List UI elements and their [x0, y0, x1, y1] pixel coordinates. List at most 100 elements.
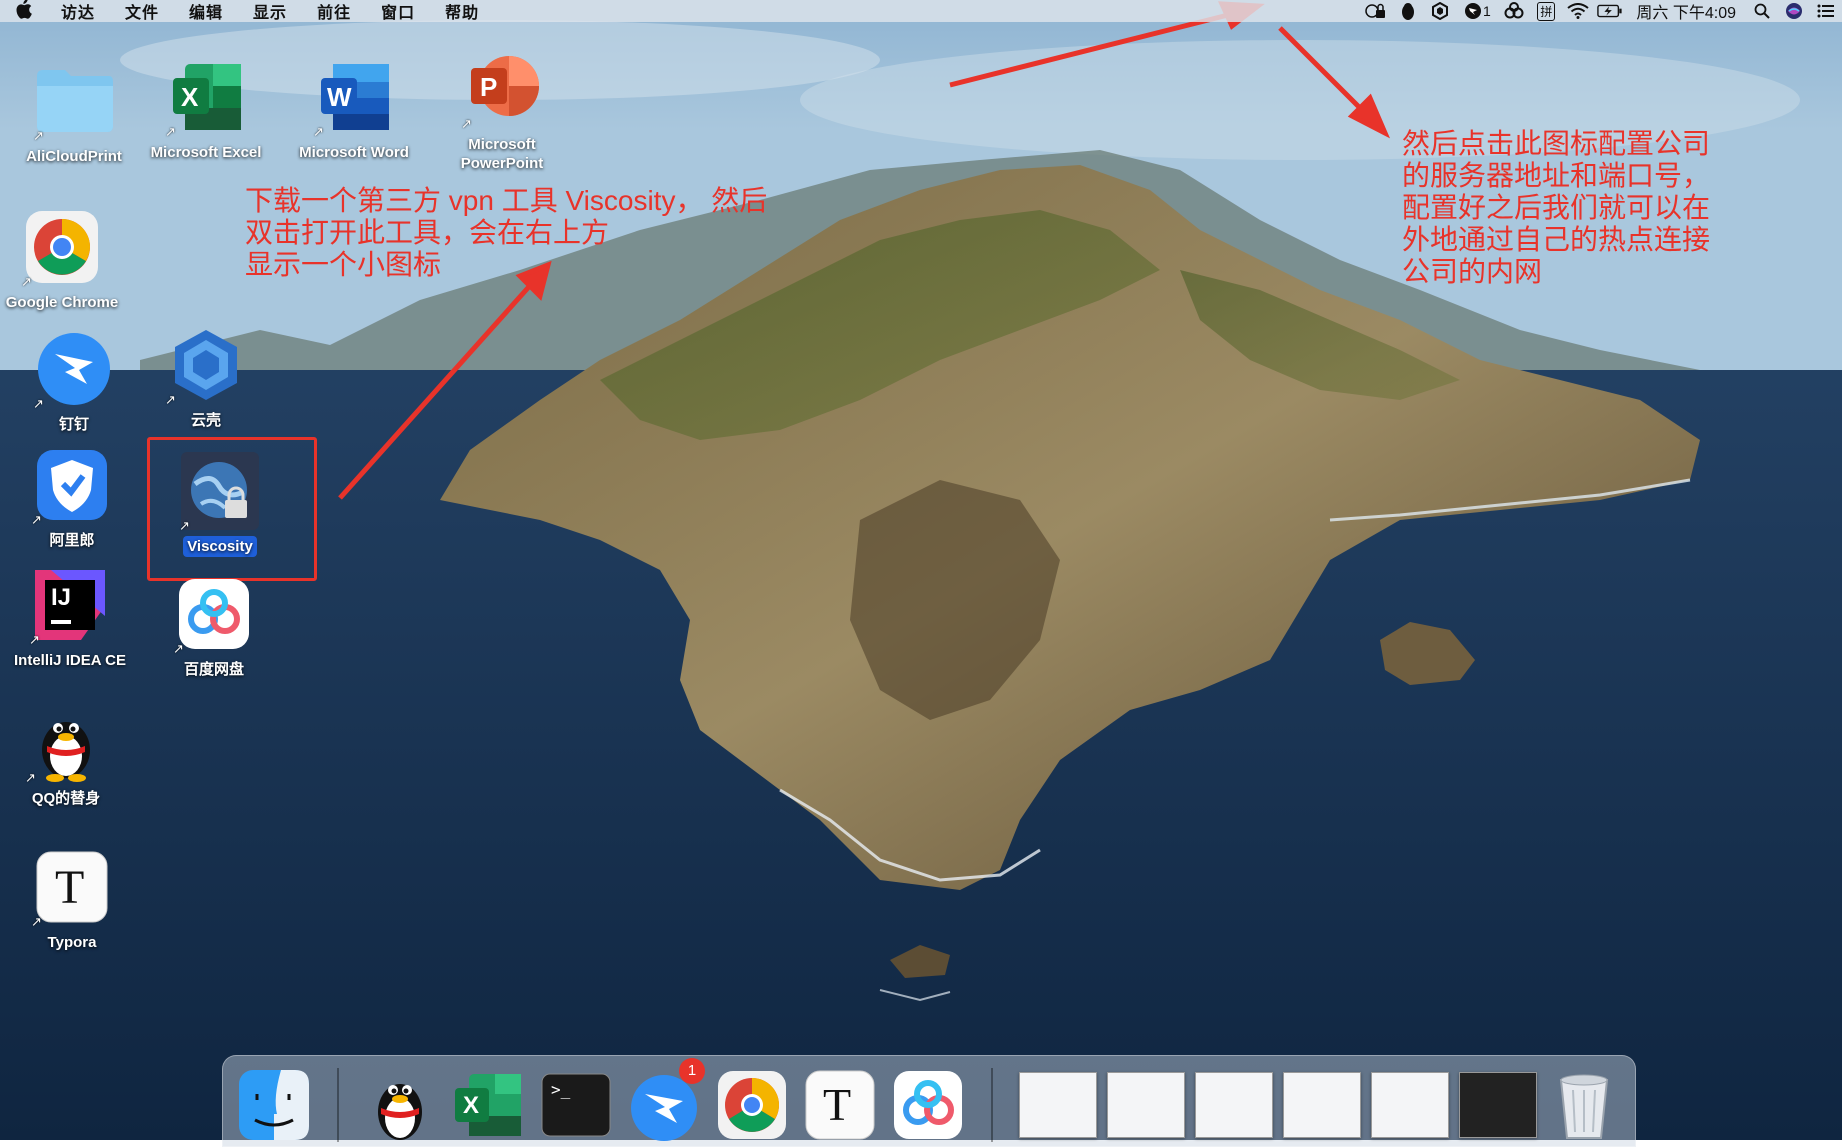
- dock-baidu-netdisk[interactable]: [891, 1068, 965, 1142]
- dock-notification-badge: 1: [679, 1058, 705, 1084]
- desktop-icon-dingtalk[interactable]: ↗ 钉钉: [4, 330, 144, 435]
- clock[interactable]: 周六 下午4:09: [1636, 0, 1736, 23]
- spotlight-search-icon[interactable]: [1749, 1, 1775, 21]
- desktop-icon-chrome[interactable]: ↗ Google Chrome: [0, 208, 132, 313]
- apple-menu-icon[interactable]: [0, 0, 46, 24]
- dock-qq[interactable]: [363, 1068, 437, 1142]
- chrome-app-icon: ↗: [21, 208, 101, 289]
- notification-center-icon[interactable]: [1813, 1, 1839, 21]
- desktop-icon-baidu-netdisk[interactable]: ↗ 百度网盘: [144, 575, 284, 680]
- menu-edit[interactable]: 编辑: [174, 0, 238, 23]
- desktop-icon-label: Typora: [47, 934, 97, 951]
- qq-penguin-icon[interactable]: [1395, 1, 1421, 21]
- alilang-shield-icon: ↗: [31, 446, 111, 527]
- dock-window-thumbnail[interactable]: [1283, 1072, 1361, 1138]
- dock: X >_ 1 T: [222, 1055, 1636, 1147]
- baidu-netdisk-icon: [894, 1071, 962, 1139]
- alias-arrow-icon: ↗: [461, 116, 472, 131]
- excel-glyph: X: [181, 82, 199, 112]
- siri-icon[interactable]: [1781, 1, 1807, 21]
- status-area: 1 拼 周六 下午4:09: [1360, 0, 1842, 22]
- typora-glyph: T: [823, 1079, 852, 1130]
- desktop-icon-qq[interactable]: ↗ QQ的替身: [0, 704, 136, 809]
- excel-glyph: X: [463, 1092, 480, 1119]
- annotation-line: 双击打开此工具，会在右上方: [245, 217, 610, 248]
- dock-window-thumbnail[interactable]: [1459, 1072, 1537, 1138]
- dock-window-thumbnail[interactable]: [1371, 1072, 1449, 1138]
- annotation-line: 公司的内网: [1402, 256, 1543, 287]
- dock-chrome[interactable]: [715, 1068, 789, 1142]
- dock-finder[interactable]: [237, 1068, 311, 1142]
- menu-help[interactable]: 帮助: [430, 0, 494, 23]
- menu-finder[interactable]: 访达: [46, 0, 110, 23]
- wifi-icon[interactable]: [1565, 1, 1591, 21]
- hexagon-status-icon[interactable]: [1427, 1, 1453, 21]
- alias-arrow-icon: ↗: [33, 128, 44, 143]
- intellij-app-icon: IJ ↗: [29, 566, 109, 647]
- typora-glyph: T: [55, 861, 85, 914]
- chrome-icon: [718, 1071, 786, 1139]
- annotation-line: 然后点击此图标配置公司: [1402, 128, 1711, 159]
- desktop-icon-label: Google Chrome: [5, 294, 119, 311]
- alias-arrow-icon: ↗: [313, 124, 324, 139]
- dock-excel[interactable]: X: [451, 1068, 525, 1142]
- menu-view[interactable]: 显示: [238, 0, 302, 23]
- input-method-icon[interactable]: 拼: [1533, 1, 1559, 21]
- annotation-highlight-box: [147, 437, 317, 581]
- desktop-icon-label: Microsoft Excel: [150, 144, 262, 161]
- qq-penguin-app-icon: ↗: [25, 704, 105, 785]
- alias-arrow-icon: ↗: [165, 124, 176, 139]
- status-badge-count: 1: [1483, 3, 1491, 19]
- desktop-icon-intellij[interactable]: IJ ↗ IntelliJ IDEA CE: [0, 566, 140, 671]
- powerpoint-glyph: P: [480, 72, 498, 102]
- desktop-icon-typora[interactable]: T ↗ Typora: [2, 848, 142, 953]
- qq-penguin-icon: [378, 1084, 422, 1140]
- dock-separator: [991, 1068, 993, 1142]
- desktop-icon-word[interactable]: W ↗ Microsoft Word: [284, 58, 424, 163]
- annotation-right: 然后点击此图标配置公司 的服务器地址和端口号， 配置好之后我们就可以在 外地通过…: [1402, 128, 1710, 288]
- trash-icon: [1559, 1074, 1609, 1139]
- annotation-line: 显示一个小图标: [245, 249, 442, 280]
- desktop-icon-alicloudprint[interactable]: ↗ AliCloudPrint: [4, 62, 144, 167]
- viscosity-lock-icon[interactable]: [1363, 1, 1389, 21]
- dingtalk-status-icon[interactable]: 1: [1459, 1, 1495, 21]
- dock-terminal[interactable]: >_: [539, 1068, 613, 1142]
- dingtalk-app-icon: ↗: [33, 330, 113, 411]
- alias-arrow-icon: ↗: [25, 770, 36, 785]
- desktop-icon-yunke[interactable]: ↗ 云壳: [136, 326, 276, 431]
- alias-arrow-icon: ↗: [165, 392, 176, 407]
- dock-trash[interactable]: [1547, 1068, 1621, 1142]
- annotation-line: 下载一个第三方 vpn 工具 Viscosity， 然后: [245, 185, 768, 216]
- menu-bar: 访达 文件 编辑 显示 前往 窗口 帮助 1 拼 周六 下午4:09: [0, 0, 1842, 22]
- baidu-netdisk-app-icon: ↗: [173, 575, 253, 656]
- dock-window-thumbnail[interactable]: [1107, 1072, 1185, 1138]
- desktop-icon-label: 百度网盘: [183, 661, 244, 678]
- desktop-icon-excel[interactable]: X ↗ Microsoft Excel: [136, 58, 276, 163]
- desktop-icon-label: Microsoft Word: [299, 144, 409, 161]
- alias-arrow-icon: ↗: [173, 641, 184, 656]
- dock-typora[interactable]: T: [803, 1068, 877, 1142]
- annotation-line: 配置好之后我们就可以在: [1402, 192, 1711, 223]
- dock-window-thumbnail[interactable]: [1195, 1072, 1273, 1138]
- dock-dingtalk[interactable]: 1: [627, 1058, 705, 1142]
- dock-window-thumbnail[interactable]: [1019, 1072, 1097, 1138]
- desktop-icon-powerpoint[interactable]: P ↗ Microsoft PowerPoint: [432, 50, 572, 174]
- desktop-icon-label: 云壳: [190, 412, 221, 429]
- alias-arrow-icon: ↗: [21, 274, 32, 289]
- battery-charging-icon[interactable]: [1597, 1, 1623, 21]
- menu-go[interactable]: 前往: [302, 0, 366, 23]
- desktop-icon-label: 钉钉: [58, 416, 89, 433]
- annotation-line: 的服务器地址和端口号，: [1402, 160, 1711, 191]
- folder-icon: ↗: [33, 62, 113, 143]
- desktop-icon-label: 阿里郎: [49, 532, 95, 549]
- menu-file[interactable]: 文件: [110, 0, 174, 23]
- yunke-hexagon-icon: ↗: [165, 326, 245, 407]
- alias-arrow-icon: ↗: [33, 396, 44, 411]
- baidu-cloud-status-icon[interactable]: [1501, 1, 1527, 21]
- desktop-icon-alilang[interactable]: ↗ 阿里郎: [2, 446, 142, 551]
- powerpoint-app-icon: P ↗: [461, 50, 541, 131]
- menu-window[interactable]: 窗口: [366, 0, 430, 23]
- annotation-line: 外地通过自己的热点连接: [1402, 224, 1711, 255]
- finder-icon: [239, 1070, 309, 1140]
- desktop-icon-label: AliCloudPrint: [26, 148, 122, 165]
